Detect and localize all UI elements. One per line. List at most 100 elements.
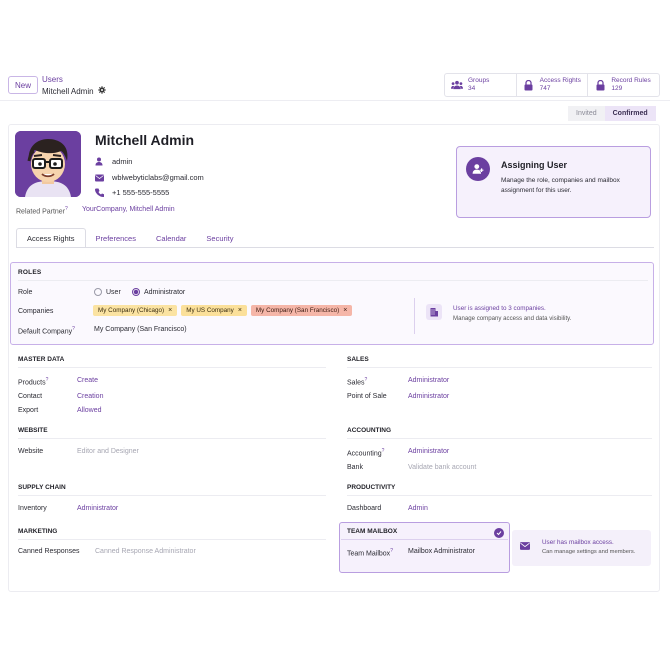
accounting-label: Accounting? <box>347 448 384 457</box>
sales-value[interactable]: Administrator <box>408 377 449 384</box>
assign-card-desc: Manage the role, companies and mailbox a… <box>501 177 620 194</box>
products-value[interactable]: Create <box>77 377 98 384</box>
export-value[interactable]: Allowed <box>77 407 102 414</box>
radio-user[interactable] <box>94 288 102 296</box>
close-icon[interactable]: × <box>343 307 347 314</box>
smart-buttons: Groups 34 Access Rights 747 Record Rules… <box>444 73 660 97</box>
team-mailbox-title: TEAM MAILBOX <box>347 528 398 535</box>
breadcrumb-parent[interactable]: Users <box>42 75 63 84</box>
record-rules-label: Record Rules <box>611 77 651 84</box>
team-mailbox-value[interactable]: Mailbox Administrator <box>408 548 475 555</box>
control-panel: New Users Mitchell Admin Groups 34 Acces… <box>8 72 660 100</box>
help-icon[interactable]: ? <box>72 326 75 332</box>
section-divider <box>347 367 652 368</box>
help-icon[interactable]: ? <box>65 206 68 212</box>
companies-label: Companies <box>18 308 54 315</box>
contact-value[interactable]: Creation <box>77 393 103 400</box>
section-divider <box>341 539 508 540</box>
website-title: WEBSITE <box>18 427 48 434</box>
login-value[interactable]: admin <box>112 157 132 166</box>
assign-card-title: Assigning User <box>501 160 568 170</box>
tab-preferences[interactable]: Preferences <box>86 228 146 248</box>
section-divider <box>18 539 326 540</box>
groups-label: Groups <box>468 77 490 84</box>
record-rules-smart-button[interactable]: Record Rules 129 <box>588 74 659 96</box>
company-tag-label: My Company (San Francisco) <box>255 307 340 314</box>
company-tag[interactable]: My Company (San Francisco) × <box>250 305 353 316</box>
users-icon <box>451 79 463 91</box>
check-icon <box>494 528 504 538</box>
status-invited[interactable]: Invited <box>568 106 605 121</box>
company-tag[interactable]: My US Company × <box>181 305 247 316</box>
accounting-label-text: Accounting <box>347 450 382 458</box>
envelope-icon <box>95 173 104 182</box>
gear-icon[interactable] <box>97 86 106 96</box>
status-confirmed[interactable]: Confirmed <box>604 106 656 121</box>
export-label: Export <box>18 407 39 414</box>
avatar[interactable] <box>15 131 81 197</box>
canned-responses-value[interactable]: Canned Response Administrator <box>95 548 196 555</box>
team-mailbox-label-text: Team Mailbox <box>347 550 391 558</box>
sales-label: Sales? <box>347 377 367 386</box>
inventory-value[interactable]: Administrator <box>77 505 118 512</box>
section-divider <box>18 438 326 439</box>
website-value[interactable]: Editor and Designer <box>77 448 139 455</box>
user-plus-icon <box>466 157 490 181</box>
close-icon[interactable]: × <box>168 307 172 314</box>
roles-title: ROLES <box>18 269 42 276</box>
phone-value[interactable]: +1 555-555-5555 <box>112 188 169 197</box>
groups-smart-button[interactable]: Groups 34 <box>445 74 517 96</box>
role-option-administrator[interactable]: Administrator <box>132 288 185 296</box>
lock-icon <box>523 79 535 91</box>
contact-label: Contact <box>18 393 43 400</box>
tab-calendar[interactable]: Calendar <box>146 228 196 248</box>
company-tag-label: My Company (Chicago) <box>98 307 165 314</box>
related-partner-value[interactable]: YourCompany, Mitchell Admin <box>82 206 175 213</box>
email-value[interactable]: wblwebyticlabs@gmail.com <box>112 173 204 182</box>
related-partner-label: Related Partner <box>16 208 66 216</box>
point-of-sale-value[interactable]: Administrator <box>408 393 449 400</box>
building-icon <box>426 304 442 320</box>
tab-access-rights[interactable]: Access Rights <box>16 228 86 248</box>
section-divider <box>18 367 326 368</box>
section-divider <box>347 438 652 439</box>
master-data-title: MASTER DATA <box>18 356 65 363</box>
help-icon[interactable]: ? <box>382 448 385 454</box>
radio-administrator[interactable] <box>132 288 140 296</box>
access-rights-label: Access Rights <box>539 77 581 84</box>
mailbox-info-title: User has mailbox access. <box>542 539 614 546</box>
supply-chain-title: SUPPLY CHAIN <box>18 484 66 491</box>
status-bar: Invited Confirmed <box>568 106 656 121</box>
user-name[interactable]: Mitchell Admin <box>95 132 194 148</box>
new-button[interactable]: New <box>8 76 38 94</box>
sales-label-text: Sales <box>347 379 365 387</box>
phone-icon <box>95 188 104 197</box>
dashboard-value[interactable]: Admin <box>408 505 428 512</box>
lock-icon <box>594 79 606 91</box>
sales-title: SALES <box>347 356 369 363</box>
mailbox-info-desc: Can manage settings and members. <box>542 549 636 555</box>
bank-value[interactable]: Validate bank account <box>408 464 476 471</box>
company-tag[interactable]: My Company (Chicago) × <box>93 305 178 316</box>
tab-divider <box>16 247 654 248</box>
help-icon[interactable]: ? <box>365 377 368 383</box>
breadcrumb-current: Mitchell Admin <box>42 86 106 96</box>
bank-label: Bank <box>347 464 363 471</box>
website-label: Website <box>18 448 44 455</box>
default-company-label: Default Company? <box>18 326 75 335</box>
help-icon[interactable]: ? <box>46 377 49 383</box>
help-icon[interactable]: ? <box>390 548 393 554</box>
close-icon[interactable]: × <box>238 307 242 314</box>
email-row: wblwebyticlabs@gmail.com <box>95 173 204 182</box>
tab-security[interactable]: Security <box>196 228 243 248</box>
canned-responses-label: Canned Responses <box>18 548 80 555</box>
companies-info-desc: Manage company access and data visibilit… <box>453 315 572 322</box>
related-partner-row: Related Partner? YourCompany, Mitchell A… <box>16 206 175 216</box>
default-company-value[interactable]: My Company (San Francisco) <box>94 326 187 333</box>
access-rights-smart-button[interactable]: Access Rights 747 <box>517 74 589 96</box>
products-label: Products? <box>18 377 48 386</box>
groups-count: 34 <box>468 85 476 92</box>
role-option-user[interactable]: User <box>94 288 121 296</box>
companies-tags[interactable]: My Company (Chicago) × My US Company × My … <box>93 305 356 316</box>
accounting-value[interactable]: Administrator <box>408 448 449 455</box>
